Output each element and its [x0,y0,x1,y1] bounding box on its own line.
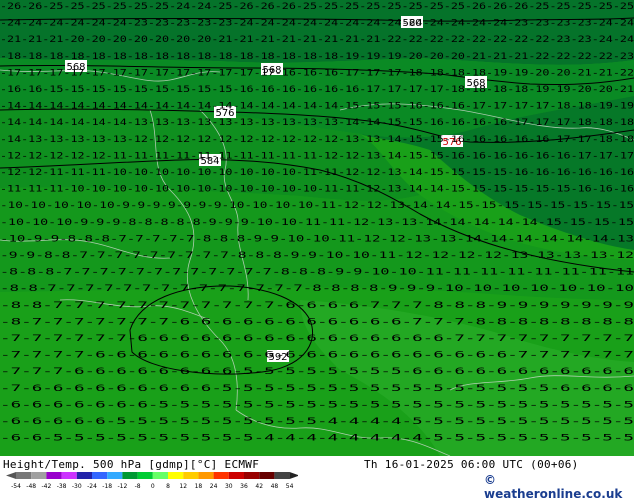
temperature-row: -6-6-5-5-5-5-5-5-5-5-5-5-4-4-4-4-4-4-4-4… [0,434,634,444]
scale-swatch [92,472,108,479]
temperature-row: -10-10-10-9-9-9-8-8-8-8-8-9-9-9-10-10-11… [0,218,634,228]
scale-tick-label: -54 [11,483,21,490]
temperature-row: -9-9-8-8-7-7-7-7-7-7-7-7-7-8-8-8-9-9-10-… [0,251,634,261]
scale-swatch [213,472,229,479]
scale-tick-label: -18 [102,483,112,490]
temperature-row: -17-17-17-17-17-17-17-17-17-17-17-17-17-… [0,68,634,78]
scale-tick-label: -24 [87,483,97,490]
scale-swatch [122,472,138,479]
scale-swatch [16,472,32,479]
scale-tick-label: 0 [151,483,155,490]
temperature-row: -8-7-7-7-7-7-7-7-6-6-6-6-6-6-6-6-6-6-6-7… [0,317,634,327]
scale-swatch [31,472,47,479]
scale-tick-label: 54 [286,483,294,490]
scale-tick-label: 12 [179,483,187,490]
color-scale-legend: -54 -48 -42 -38 -30 -24 -18 -12 -8 0 8 12 18 24 30 36 42… [6,472,298,490]
map-title: Height/Temp. 500 hPa [gdmp][°C] ECMWF [3,458,260,471]
scale-swatch [107,472,123,479]
temperature-row: -26-26-25-25-25-25-25-25-24-24-25-26-26-… [0,2,634,12]
scale-swatch [274,472,290,479]
scale-swatch [61,472,77,479]
temperature-row: -7-7-7-7-7-7-6-6-6-6-6-6-6-6-6-6-6-6-6-6… [0,334,634,344]
scale-swatch [183,472,199,479]
scale-tick-label: 48 [271,483,279,490]
weather-map: 560 568 568 568 576 576 584 592 -26-26-25-25-25… [0,0,634,456]
scale-swatch [244,472,260,479]
temperature-row: -16-16-15-15-15-15-15-15-15-15-15-16-16-… [0,85,634,95]
temperature-row: -8-8-8-7-7-7-7-7-7-7-7-7-7-7-7-8-8-8-9-9… [0,268,634,278]
scale-tick-label: 8 [166,483,170,490]
temperature-row: -7-7-7-6-6-6-6-6-6-6-6-5-5-5-5-5-5-5-5-6… [0,367,634,377]
footer-bar: Height/Temp. 500 hPa [gdmp][°C] ECMWF Th… [0,456,634,501]
scale-tick-label: -12 [117,483,127,490]
temperature-row: -21-21-21-20-20-20-20-20-20-20-21-21-21-… [0,35,634,45]
scale-swatch [76,472,92,479]
temperature-row: -7-6-6-6-6-6-6-6-6-6-5-5-5-5-5-5-5-5-5-5… [0,384,634,394]
scale-swatch [259,472,275,479]
temperature-row: -14-14-14-14-14-14-14-14-14-14-14-14-14-… [0,102,634,112]
scale-swatch [198,472,214,479]
temperature-row: -8-8-7-7-7-7-7-7-7-7-7-7-7-7-7-7-8-8-8-8… [0,284,634,294]
temperature-row: -18-18-18-18-18-18-18-18-18-18-18-18-18-… [0,52,634,62]
temperature-row: -11-11-11-10-10-10-10-10-10-10-10-10-10-… [0,185,634,195]
temperature-row: -7-7-7-7-6-6-6-6-6-6-6-6-6-6-6-6-6-6-6-6… [0,351,634,361]
temperature-row: -24-24-24-24-24-24-23-23-23-23-23-24-24-… [0,19,634,29]
temperature-row: -10-9-9-8-8-8-7-7-7-7-7-8-8-8-9-9-10-10-… [0,234,634,244]
scale-tick-label: 30 [225,483,233,490]
credit-link[interactable]: © weatheronline.co.uk [484,473,634,501]
temperature-row: -6-6-6-6-6-6-6-5-5-5-5-5-5-5-5-5-5-5-5-5… [0,400,634,410]
scale-swatch [152,472,168,479]
scale-swatch [168,472,184,479]
temperature-row: -14-14-14-14-14-14-13-13-13-13-13-13-13-… [0,118,634,128]
scale-tick-label: -8 [135,483,141,490]
temperature-row: -8-8-7-7-7-7-7-7-7-7-7-7-7-6-6-6-6-7-7-7… [0,301,634,311]
scale-arrow-left-icon [6,472,16,479]
temperature-row: -10-10-10-10-10-9-9-9-9-9-9-9-10-10-10-1… [0,201,634,211]
scale-tick-label: 18 [195,483,203,490]
scale-tick-label: 42 [255,483,263,490]
temperature-row: -12-12-11-11-11-10-10-10-10-10-10-10-10-… [0,168,634,178]
scale-tick-label: 36 [240,483,248,490]
scale-tick-label: -48 [26,483,36,490]
scale-tick-label: -38 [57,483,67,490]
scale-swatch [46,472,62,479]
scale-swatch [137,472,153,479]
temperature-row: -6-6-6-6-6-5-5-5-5-5-5-5-5-5-5-4-4-4-4-5… [0,417,634,427]
scale-tick-label: -30 [72,483,82,490]
scale-tick-label: -42 [41,483,51,490]
temperature-row: -12-12-12-12-12-11-11-11-11-11-11-11-11-… [0,151,634,161]
scale-swatch [228,472,244,479]
valid-time: Th 16-01-2025 06:00 UTC (00+06) [364,458,579,471]
scale-arrow-right-icon [289,472,298,479]
scale-tick-label: 24 [210,483,218,490]
temperature-row: -14-13-13-13-13-13-12-12-12-12-12-12-12-… [0,135,634,145]
